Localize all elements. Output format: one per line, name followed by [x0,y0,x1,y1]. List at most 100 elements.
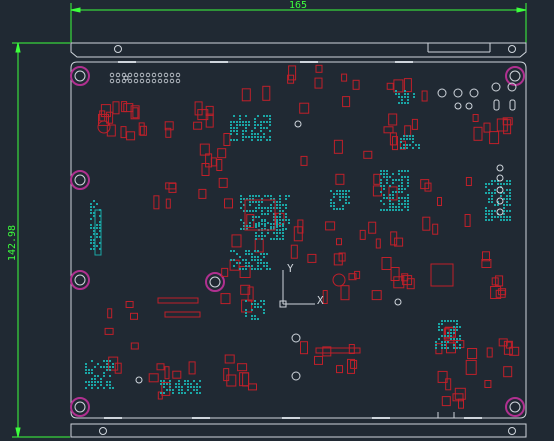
pad [196,392,198,394]
pad [263,121,265,123]
pad [236,139,238,141]
pad [251,130,253,132]
pad [187,383,189,385]
pad [260,262,262,264]
pad [91,360,93,362]
pad [456,329,458,331]
pad [333,208,335,210]
pad [239,118,241,120]
pad [413,96,415,98]
pad [257,303,259,305]
pad [453,332,455,334]
pad [270,238,272,240]
pad [506,183,508,185]
pad [178,392,180,394]
pad [190,392,192,394]
pad [251,315,253,317]
pad [450,332,452,334]
pad [93,206,95,208]
pad [285,213,287,215]
pad [494,210,496,212]
pad [239,121,241,123]
pad [255,195,257,197]
pad [93,200,95,202]
pad [444,344,446,346]
pad [233,265,235,267]
pad [246,225,248,227]
pad [251,139,253,141]
pad [389,197,391,199]
pad [230,139,232,141]
pad [453,344,455,346]
pad [392,194,394,196]
pad [263,309,265,311]
pad [285,204,287,206]
pad [266,262,268,264]
pad [491,213,493,215]
pad [404,102,406,104]
pad [239,115,241,117]
pad [260,268,262,270]
pad [193,380,195,382]
pad [453,320,455,322]
pad [456,326,458,328]
pad [506,216,508,218]
pad [412,147,414,149]
pad [389,203,391,205]
pad [248,250,250,252]
width-dimension-label: 165 [289,0,307,11]
pad [407,194,409,196]
pad [407,99,409,101]
pad [184,380,186,382]
pad [288,195,290,197]
pad [103,360,105,362]
pad [288,219,290,221]
pad [485,219,487,221]
pad [90,218,92,220]
pad [267,207,269,209]
pad [400,141,402,143]
pad [190,383,192,385]
pad [270,204,272,206]
pad [441,344,443,346]
pad [383,194,385,196]
pad [240,201,242,203]
pad [269,268,271,270]
pad [258,195,260,197]
pad [270,210,272,212]
pad [264,207,266,209]
pad [181,392,183,394]
pad [245,253,247,255]
pad [438,338,440,340]
pad [407,197,409,199]
pad [383,203,385,205]
pad [386,197,388,199]
pad [285,228,287,230]
pad [178,383,180,385]
pad [257,268,259,270]
pad [453,329,455,331]
pad [169,386,171,388]
pad [509,195,511,197]
pad [279,216,281,218]
pad [257,139,259,141]
pad [251,256,253,258]
pad [233,139,235,141]
pad [90,227,92,229]
pad [249,225,251,227]
pad [103,372,105,374]
pad [339,190,341,192]
pad [400,138,402,140]
cad-viewport[interactable]: 165 142.98 Y X [0,0,554,441]
pad [245,262,247,264]
pad [444,335,446,337]
pad [239,124,241,126]
pad [506,204,508,206]
pad [166,383,168,385]
pad [90,236,92,238]
pad [383,185,385,187]
pad [333,205,335,207]
pad [339,196,341,198]
pad [236,127,238,129]
pad [282,235,284,237]
